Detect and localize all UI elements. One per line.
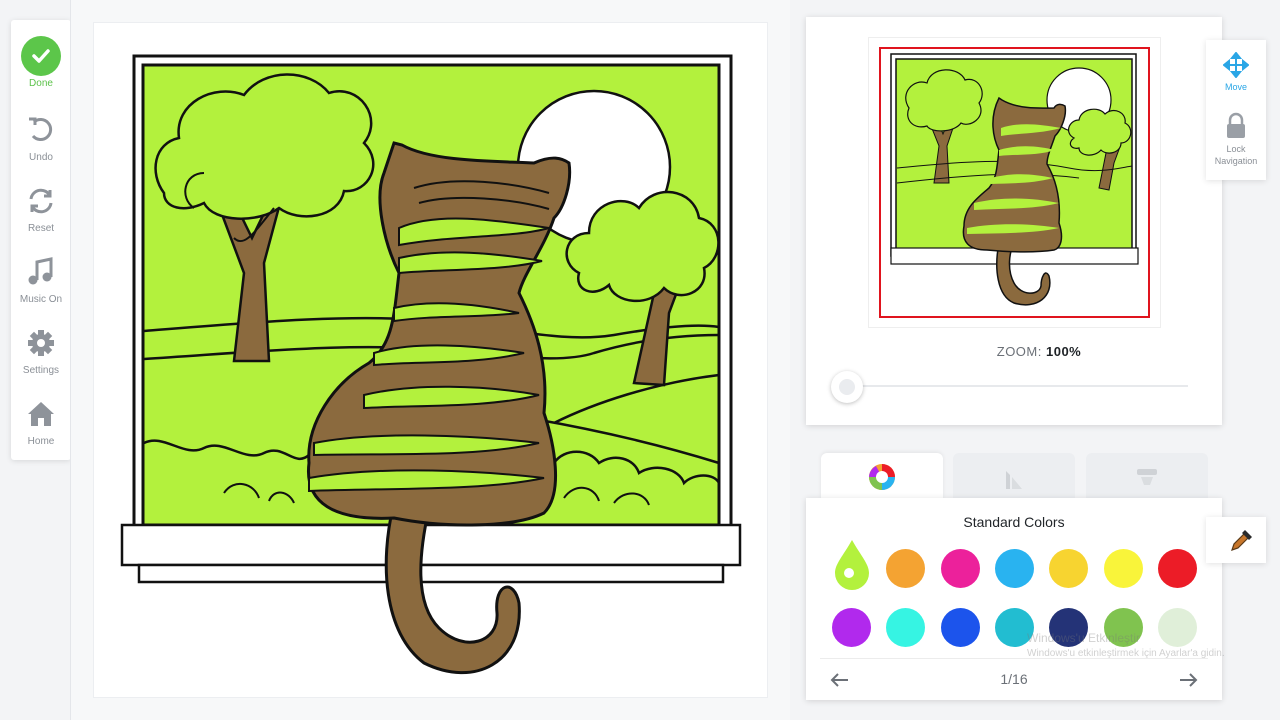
home-label: Home (27, 436, 55, 447)
artwork-cat-window[interactable] (94, 23, 769, 699)
paint-drop-icon (835, 540, 869, 590)
zoom-slider-handle[interactable] (831, 371, 863, 403)
eyedropper-icon (1231, 530, 1252, 551)
lock-icon (1227, 112, 1245, 138)
tab-standard-colors[interactable] (821, 453, 943, 499)
done-label: Done (29, 78, 53, 89)
move-button[interactable]: Move (1206, 51, 1266, 93)
color-wheel-icon (869, 464, 895, 490)
color-swatch-orange[interactable] (886, 549, 925, 588)
selected-color-swatch[interactable] (833, 538, 871, 590)
settings-label: Settings (22, 365, 60, 376)
page-indicator: 1/16 (1000, 671, 1028, 687)
music-toggle-button[interactable]: Music On (11, 252, 71, 320)
zoom-slider-track[interactable] (848, 385, 1188, 387)
color-swatch-gold[interactable] (1049, 549, 1088, 588)
undo-label: Undo (29, 152, 53, 163)
gradient-icon (1006, 471, 1022, 489)
move-arrows-icon (1222, 51, 1250, 79)
activation-watermark-text: Windows'u etkinleştirmek için Ayarlar'a … (1027, 648, 1225, 659)
color-swatch-red[interactable] (1158, 549, 1197, 588)
color-swatch-aqua[interactable] (886, 608, 925, 647)
zoom-readout: ZOOM: 100% (806, 344, 1272, 359)
done-button[interactable]: Done (11, 36, 71, 104)
reset-label: Reset (27, 223, 55, 234)
undo-icon (29, 117, 53, 141)
zoom-value: 100% (1045, 344, 1082, 359)
color-swatch-purple[interactable] (832, 608, 871, 647)
check-icon (21, 36, 61, 76)
home-button[interactable]: Home (11, 394, 71, 462)
music-label: Music On (19, 294, 63, 305)
lock-label: Lock Navigation (1214, 144, 1258, 166)
undo-button[interactable]: Undo (11, 110, 71, 178)
colors-title: Standard Colors (963, 514, 1065, 530)
color-swatch-magenta[interactable] (941, 549, 980, 588)
move-label: Move (1224, 82, 1247, 92)
eyedropper-button[interactable] (1206, 517, 1266, 563)
reset-icon (29, 188, 53, 214)
home-icon (28, 402, 54, 426)
color-swatch-yellow[interactable] (1104, 549, 1143, 588)
music-note-icon (28, 257, 53, 285)
gear-icon (28, 330, 54, 356)
settings-button[interactable]: Settings (11, 323, 71, 391)
navigation-panel: Move Lock Navigation (1206, 40, 1266, 180)
coloring-canvas[interactable] (93, 22, 768, 698)
tab-gradients[interactable] (953, 453, 1075, 499)
next-page-arrow-icon[interactable] (1176, 668, 1200, 692)
left-toolbar: Done Undo Reset Music On Settings Home (11, 20, 71, 460)
color-swatch-sky-blue[interactable] (995, 549, 1034, 588)
activation-watermark-title: Windows'u Etkinleştir (1027, 631, 1140, 645)
color-swatch-blue[interactable] (941, 608, 980, 647)
viewport-indicator[interactable] (879, 47, 1150, 318)
lock-navigation-button[interactable]: Lock Navigation (1206, 112, 1266, 167)
zoom-label: ZOOM: (996, 344, 1042, 359)
reset-button[interactable]: Reset (11, 181, 71, 249)
tab-patterns[interactable] (1086, 453, 1208, 499)
pattern-icon (1137, 469, 1157, 485)
color-swatch-pale-green[interactable] (1158, 608, 1197, 647)
